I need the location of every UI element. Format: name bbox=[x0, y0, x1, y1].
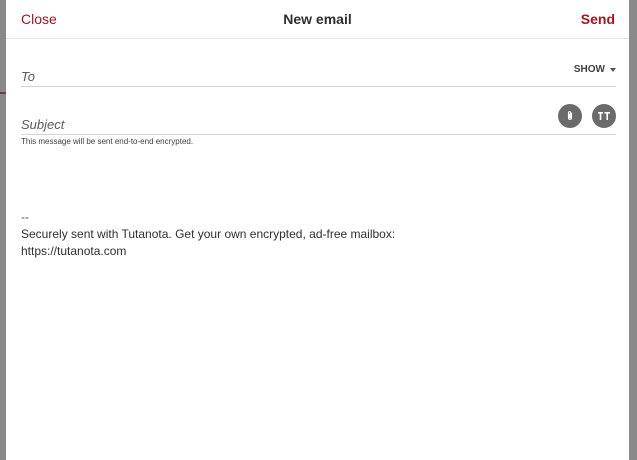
encryption-hint: This message will be sent end-to-end enc… bbox=[21, 137, 194, 146]
text-format-icon bbox=[598, 112, 610, 120]
subject-input[interactable] bbox=[83, 112, 526, 132]
attach-file-button[interactable] bbox=[558, 104, 582, 128]
background-right-edge bbox=[629, 0, 637, 460]
text-format-button[interactable] bbox=[592, 104, 616, 128]
dialog-title: New email bbox=[283, 11, 352, 27]
chevron-down-icon bbox=[610, 67, 616, 72]
to-label: To bbox=[21, 69, 35, 84]
new-email-dialog: Close New email Send To SHOW Subject Thi… bbox=[6, 0, 629, 460]
signature-separator: -- bbox=[21, 210, 29, 224]
show-recipients-toggle[interactable]: SHOW bbox=[574, 64, 616, 75]
email-body-editor[interactable]: -- Securely sent with Tutanota. Get your… bbox=[21, 209, 616, 260]
close-button[interactable]: Close bbox=[21, 11, 57, 27]
send-button[interactable]: Send bbox=[581, 11, 615, 27]
show-label: SHOW bbox=[573, 64, 605, 75]
paperclip-icon bbox=[567, 110, 573, 120]
to-input[interactable] bbox=[61, 64, 526, 84]
dialog-header: Close New email Send bbox=[6, 0, 629, 39]
to-field: To SHOW bbox=[21, 56, 616, 87]
signature-line-2: https://tutanota.com bbox=[21, 244, 127, 258]
subject-label: Subject bbox=[21, 117, 65, 132]
subject-field: Subject bbox=[21, 104, 616, 135]
signature-line-1: Securely sent with Tutanota. Get your ow… bbox=[21, 227, 396, 241]
